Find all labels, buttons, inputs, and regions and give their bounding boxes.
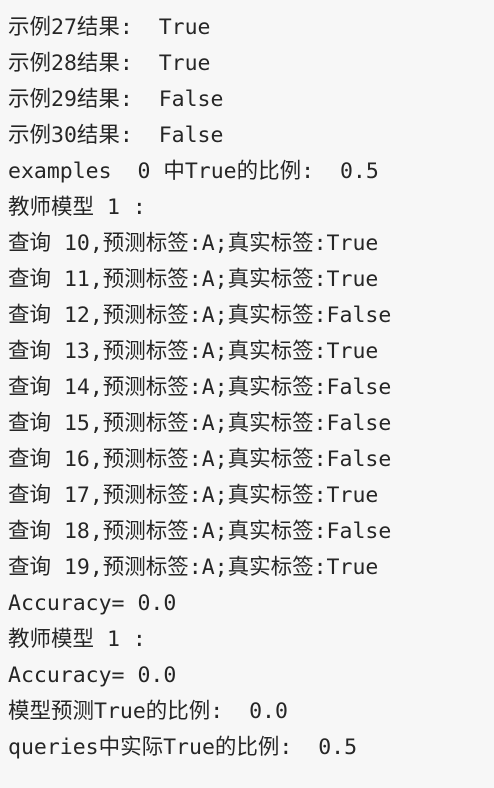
output-line-teacher-model-header-2: 教师模型 1 : bbox=[8, 627, 146, 652]
output-line-result-28: 示例28结果: True bbox=[8, 51, 211, 76]
output-line-accuracy: Accuracy= 0.0 bbox=[8, 591, 177, 616]
output-line-actual-true-ratio: queries中实际True的比例: 0.5 bbox=[8, 735, 358, 760]
output-line-query-13: 查询 13,预测标签:A;真实标签:True bbox=[8, 339, 379, 364]
output-line-query-10: 查询 10,预测标签:A;真实标签:True bbox=[8, 231, 379, 256]
output-line-query-16: 查询 16,预测标签:A;真实标签:False bbox=[8, 447, 392, 472]
output-line-predicted-true-ratio: 模型预测True的比例: 0.0 bbox=[8, 699, 288, 724]
output-line-result-29: 示例29结果: False bbox=[8, 87, 224, 112]
output-line-query-12: 查询 12,预测标签:A;真实标签:False bbox=[8, 303, 392, 328]
output-line-result-27: 示例27结果: True bbox=[8, 15, 211, 40]
output-line-query-19: 查询 19,预测标签:A;真实标签:True bbox=[8, 555, 379, 580]
output-line-examples-ratio: examples 0 中True的比例: 0.5 bbox=[8, 159, 379, 184]
output-line-accuracy-2: Accuracy= 0.0 bbox=[8, 663, 177, 688]
output-line-query-15: 查询 15,预测标签:A;真实标签:False bbox=[8, 411, 392, 436]
output-line-query-18: 查询 18,预测标签:A;真实标签:False bbox=[8, 519, 392, 544]
console-output: 示例27结果: True 示例28结果: True 示例29结果: False … bbox=[8, 10, 494, 788]
output-line-query-14: 查询 14,预测标签:A;真实标签:False bbox=[8, 375, 392, 400]
output-line-query-11: 查询 11,预测标签:A;真实标签:True bbox=[8, 267, 379, 292]
output-line-teacher-model-header: 教师模型 1 : bbox=[8, 195, 146, 220]
output-line-query-17: 查询 17,预测标签:A;真实标签:True bbox=[8, 483, 379, 508]
output-line-result-30: 示例30结果: False bbox=[8, 123, 224, 148]
